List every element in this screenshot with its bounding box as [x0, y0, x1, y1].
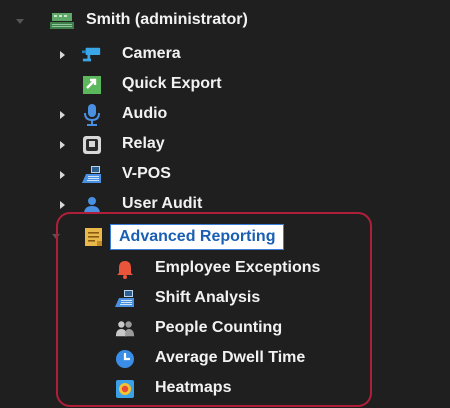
tree-node-label: Audio — [122, 105, 168, 122]
report-icon — [84, 227, 104, 247]
export-icon — [82, 75, 102, 95]
relay-icon — [82, 135, 102, 155]
pos-terminal-icon — [115, 289, 135, 309]
tree-node-label: Employee Exceptions — [155, 259, 321, 276]
tree-node-label: User Audit — [122, 195, 203, 212]
tree-node-relay[interactable]: Relay — [0, 130, 450, 160]
tree-node-v-pos[interactable]: V-POS — [0, 160, 450, 190]
expand-arrow-icon[interactable] — [60, 111, 65, 119]
device-tree: Smith (administrator) Camera Quick Expor… — [0, 0, 450, 408]
microphone-icon — [82, 104, 102, 126]
tree-node-label: Relay — [122, 135, 165, 152]
root-label: Smith (administrator) — [86, 11, 248, 28]
tree-node-label: Heatmaps — [155, 379, 232, 396]
tree-node-average-dwell-time[interactable]: Average Dwell Time — [0, 344, 450, 374]
tree-node-root[interactable]: Smith (administrator) — [0, 6, 450, 36]
bell-icon — [115, 259, 135, 279]
tree-node-employee-exceptions[interactable]: Employee Exceptions — [0, 254, 450, 284]
tree-node-people-counting[interactable]: People Counting — [0, 314, 450, 344]
tree-node-advanced-reporting[interactable]: Advanced Reporting — [0, 222, 450, 252]
tree-node-shift-analysis[interactable]: Shift Analysis — [0, 284, 450, 314]
tree-node-label: Quick Export — [122, 75, 222, 92]
expand-arrow-icon[interactable] — [60, 51, 65, 59]
selected-node-label: Advanced Reporting — [110, 224, 285, 250]
tree-node-label: People Counting — [155, 319, 283, 336]
server-icon — [50, 11, 74, 31]
tree-node-label: Camera — [122, 45, 181, 62]
heatmap-icon — [115, 379, 135, 399]
expand-arrow-icon[interactable] — [60, 141, 65, 149]
collapse-arrow-icon[interactable] — [16, 19, 24, 24]
tree-node-label: Average Dwell Time — [155, 349, 306, 366]
tree-node-label: Shift Analysis — [155, 289, 261, 306]
expand-arrow-icon[interactable] — [60, 201, 65, 209]
user-icon — [82, 195, 102, 215]
tree-node-audio[interactable]: Audio — [0, 100, 450, 130]
expand-arrow-icon[interactable] — [60, 171, 65, 179]
tree-node-label: V-POS — [122, 165, 171, 182]
clock-icon — [115, 349, 135, 369]
tree-node-quick-export[interactable]: Quick Export — [0, 70, 450, 100]
camera-icon — [82, 45, 102, 65]
pos-terminal-icon — [82, 165, 102, 185]
collapse-arrow-icon[interactable] — [52, 234, 60, 239]
people-icon — [115, 319, 135, 339]
tree-node-camera[interactable]: Camera — [0, 40, 450, 70]
tree-node-heatmaps[interactable]: Heatmaps — [0, 374, 450, 404]
